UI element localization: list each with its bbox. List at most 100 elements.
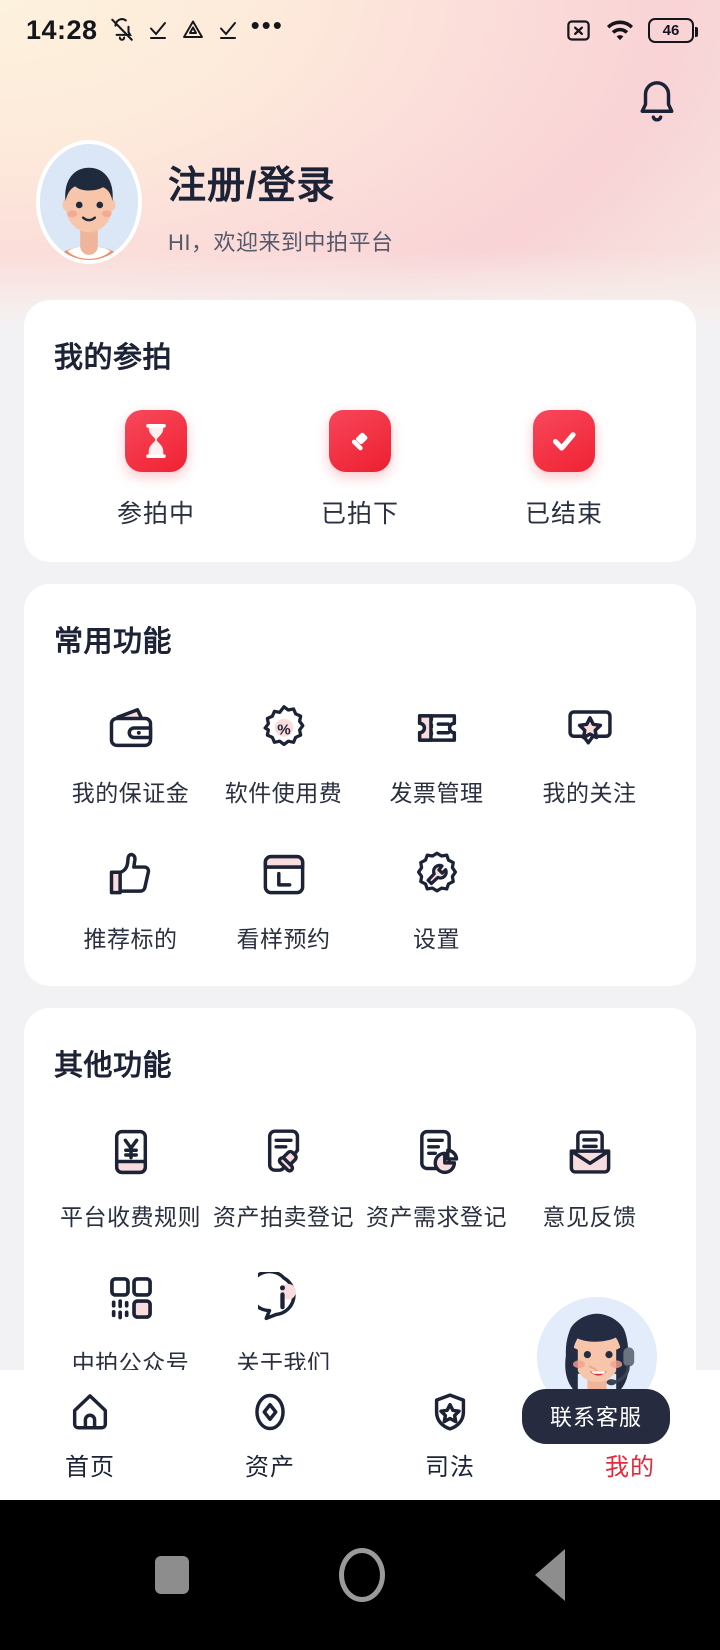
function-item-settings[interactable]: 设置 — [360, 846, 513, 954]
battery-indicator: 46 — [648, 17, 698, 43]
qrcode-icon — [109, 1277, 152, 1320]
status-bar: 14:28 ••• 46 — [0, 0, 720, 60]
calendar-icon — [263, 854, 304, 895]
back-triangle-icon[interactable] — [535, 1549, 565, 1601]
wifi-icon — [607, 20, 633, 41]
wallet-icon-wrap — [103, 700, 159, 756]
contact-service-button[interactable]: 联系客服 — [522, 1389, 670, 1444]
common-functions-grid: 我的保证金 % 软件使用费 发票管理 我的关注 推荐标的 看样预约 设置 — [54, 700, 666, 954]
shield-star-icon — [434, 1392, 466, 1431]
android-navigation-bar — [0, 1500, 720, 1650]
diamond-icon — [255, 1393, 285, 1430]
app-screen: 14:28 ••• 46 注册/登录 HI，欢迎来到中拍平台 我的参拍 参拍中 … — [0, 0, 720, 1650]
star-bubble-icon-wrap — [562, 700, 618, 756]
function-item-label: 发票管理 — [389, 780, 484, 806]
page-title[interactable]: 注册/登录 — [168, 154, 394, 209]
gavel-icon-box — [329, 410, 391, 472]
home-icon — [72, 1393, 108, 1429]
welcome-subtitle: HI，欢迎来到中拍平台 — [168, 229, 394, 255]
status-bar-right: 46 — [565, 17, 698, 44]
gear-wrench-icon-wrap — [409, 846, 465, 902]
profile-text: 注册/登录 HI，欢迎来到中拍平台 — [168, 148, 394, 257]
avatar[interactable] — [36, 140, 142, 264]
star-bubble-icon — [567, 710, 612, 745]
tab-label: 资产 — [245, 1453, 295, 1481]
other-item-about-us[interactable]: 关于我们 — [207, 1270, 360, 1378]
bid-item-finished[interactable]: 已结束 — [462, 410, 666, 530]
hourglass-icon — [146, 424, 166, 458]
tab-home[interactable]: 首页 — [0, 1389, 180, 1482]
info-bubble-icon — [257, 1272, 296, 1321]
function-item-software-fee[interactable]: % 软件使用费 — [207, 700, 360, 808]
function-item-deposit[interactable]: 我的保证金 — [54, 700, 207, 808]
my-bids-title: 我的参拍 — [54, 342, 173, 374]
battery-level: 46 — [662, 21, 680, 39]
svg-text:%: % — [277, 722, 291, 739]
ticket-icon — [417, 714, 456, 742]
my-bids-card: 我的参拍 参拍中 已拍下 已结束 — [24, 300, 696, 562]
doc-gavel-icon — [267, 1129, 299, 1173]
calendar-icon-wrap — [256, 846, 312, 902]
home-circle-icon[interactable] — [339, 1548, 385, 1602]
other-item-label: 意见反馈 — [542, 1204, 637, 1230]
bid-item-label: 已拍下 — [320, 500, 399, 528]
check-underline-icon — [149, 22, 166, 39]
percent-badge-icon: % — [263, 705, 304, 747]
doc-pie-icon — [419, 1129, 458, 1175]
user-avatar-illustration — [40, 144, 138, 260]
bid-item-won[interactable]: 已拍下 — [258, 410, 462, 530]
other-item-demand-register[interactable]: 资产需求登记 — [360, 1124, 513, 1232]
status-bar-clock: 14:28 — [26, 14, 98, 45]
envelope-icon-wrap — [562, 1124, 618, 1180]
more-dots-icon: ••• — [250, 10, 284, 41]
content-area: 我的参拍 参拍中 已拍下 已结束 常用功能 我的保证金 % 软件使用费 发票管理… — [0, 300, 720, 1460]
doc-gavel-icon-wrap — [256, 1124, 312, 1180]
function-item-label: 推荐标的 — [83, 926, 178, 952]
function-item-label: 我的保证金 — [71, 780, 190, 806]
gavel-icon — [351, 432, 368, 451]
function-item-viewing-appointment[interactable]: 看样预约 — [207, 846, 360, 954]
tab-label: 我的 — [605, 1453, 655, 1481]
common-functions-title: 常用功能 — [54, 626, 173, 658]
function-item-label: 软件使用费 — [224, 780, 343, 806]
ticket-icon-wrap — [409, 700, 465, 756]
customer-service-widget[interactable]: 联系客服 — [522, 1297, 672, 1444]
profile-header[interactable]: 注册/登录 HI，欢迎来到中拍平台 — [36, 140, 394, 264]
tab-assets[interactable]: 资产 — [180, 1389, 360, 1482]
bell-icon — [640, 81, 674, 122]
info-bubble-icon-wrap — [256, 1270, 312, 1326]
percent-badge-icon-wrap: % — [256, 700, 312, 756]
other-functions-title: 其他功能 — [54, 1050, 173, 1082]
bid-item-in-progress[interactable]: 参拍中 — [54, 410, 258, 530]
wallet-icon — [109, 708, 152, 748]
other-item-feedback[interactable]: 意见反馈 — [513, 1124, 666, 1232]
thumbs-up-icon — [109, 852, 150, 895]
function-item-label: 我的关注 — [542, 780, 637, 806]
other-item-label: 资产需求登记 — [366, 1204, 507, 1230]
triangle-alert-icon — [182, 20, 203, 38]
recents-square-icon[interactable] — [155, 1556, 189, 1594]
envelope-icon — [569, 1130, 610, 1174]
tab-label: 首页 — [65, 1453, 115, 1481]
function-item-label: 设置 — [413, 926, 460, 952]
tab-judicial[interactable]: 司法 — [360, 1389, 540, 1482]
gear-wrench-icon — [416, 851, 457, 893]
other-item-label: 资产拍卖登记 — [213, 1204, 354, 1230]
other-item-official-account[interactable]: 中拍公众号 — [54, 1270, 207, 1378]
yuan-doc-icon — [114, 1129, 147, 1175]
function-item-favorites[interactable]: 我的关注 — [513, 700, 666, 808]
thumbs-up-icon-wrap — [103, 846, 159, 902]
check-underline-icon — [219, 22, 236, 39]
notification-bell-button[interactable] — [634, 78, 680, 133]
hourglass-icon-box — [125, 410, 187, 472]
function-item-invoice[interactable]: 发票管理 — [360, 700, 513, 808]
other-item-fee-rules[interactable]: 平台收费规则 — [54, 1124, 207, 1232]
check-icon — [552, 432, 576, 451]
my-bids-row: 参拍中 已拍下 已结束 — [54, 410, 666, 530]
function-item-recommend[interactable]: 推荐标的 — [54, 846, 207, 954]
tab-label: 司法 — [425, 1453, 475, 1481]
qrcode-icon-wrap — [103, 1270, 159, 1326]
status-bar-left: 14:28 ••• — [26, 10, 284, 46]
bell-mute-icon — [110, 18, 133, 41]
other-item-auction-register[interactable]: 资产拍卖登记 — [207, 1124, 360, 1232]
